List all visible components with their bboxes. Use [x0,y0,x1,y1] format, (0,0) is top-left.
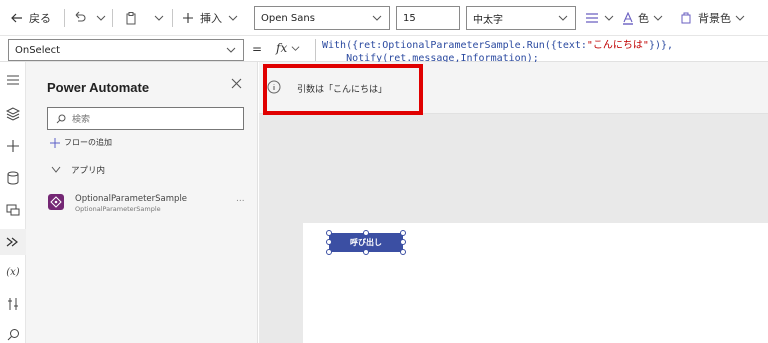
fill-color-button[interactable]: 背景色 [680,0,745,36]
align-left-icon [586,13,598,23]
menu-button[interactable] [5,72,21,88]
media-icon [6,204,20,216]
divider [112,9,113,27]
paste-dropdown[interactable] [154,0,164,36]
resize-handle[interactable] [326,230,332,236]
power-automate-nav-button[interactable] [0,229,26,255]
formula-string: "こんにちは" [586,40,649,51]
search-nav-button[interactable] [5,326,21,342]
flow-search-input[interactable]: 検索 [47,107,244,130]
chevron-down-icon [96,15,106,21]
undo-icon [75,11,86,22]
plus-icon [50,137,60,148]
chevron-down-icon [226,47,236,53]
resize-handle[interactable] [400,249,406,255]
database-icon [7,171,19,185]
call-flow-label: 呼び出し [350,238,382,247]
variables-icon: (x) [6,266,20,278]
divider [64,9,65,27]
command-bar: 戻る 挿入 Open Sans 15 中太字 色 背景色 [0,0,768,36]
font-family-value: Open Sans [261,12,315,24]
power-automate-icon [6,237,18,247]
undo-button[interactable] [73,0,87,36]
formula-text: })}, [648,40,674,51]
data-button[interactable] [5,170,21,186]
divider [172,9,173,27]
add-flow-button[interactable]: フローの追加 [50,137,112,148]
chevron-down-icon [154,15,164,21]
insert-label: 挿入 [200,12,222,25]
tree-view-button[interactable] [5,106,21,122]
highlight-box [263,64,423,115]
font-size-value: 15 [403,12,416,24]
fill-color-label: 背景色 [698,12,731,25]
add-flow-label: フローの追加 [64,138,112,147]
search-placeholder: 検索 [72,115,91,125]
back-button[interactable]: 戻る [10,0,51,36]
in-app-group-toggle[interactable]: アプリ内 [51,164,105,176]
flow-list-item[interactable]: OptionalParameterSample OptionalParamete… [48,194,248,216]
font-color-icon [623,11,633,25]
formula-bar: OnSelect = fx With({ret:OptionalParamete… [0,36,768,63]
resize-handle[interactable] [326,249,332,255]
font-weight-select[interactable]: 中太字 [466,6,576,30]
resize-handle[interactable] [400,239,406,245]
tools-icon [8,298,18,310]
more-options-button[interactable]: ... [236,194,245,204]
font-color-button[interactable]: 色 [622,0,663,36]
flow-name: OptionalParameterSample [75,194,188,204]
equals-sign: = [252,42,263,56]
search-icon [7,328,19,340]
insert-button[interactable]: 挿入 [182,0,238,36]
close-icon [231,78,242,89]
divider [315,39,316,61]
formula-text: With({ret:OptionalParameterSample.Run({t… [322,40,587,51]
formula-editor[interactable]: With({ret:OptionalParameterSample.Run({t… [322,39,673,63]
paste-icon [126,12,136,25]
resize-handle[interactable] [363,249,369,255]
close-panel-button[interactable] [231,78,242,92]
resize-handle[interactable] [363,230,369,236]
undo-dropdown[interactable] [96,0,106,36]
panel-title: Power Automate [47,80,150,95]
arrow-left-icon [11,13,22,23]
fx-button[interactable]: fx [276,41,300,55]
insert-nav-button[interactable] [5,138,21,154]
font-size-input[interactable]: 15 [396,6,460,30]
paint-bucket-icon [681,12,691,23]
chevron-down-icon [735,15,745,21]
font-weight-value: 中太字 [473,14,503,26]
resize-handle[interactable] [326,239,332,245]
flow-subtitle: OptionalParameterSample [75,205,161,213]
chevron-down-icon [228,15,238,21]
chevron-down-icon [291,45,300,51]
resize-handle[interactable] [400,230,406,236]
media-button[interactable] [5,202,21,218]
property-select[interactable]: OnSelect [8,39,244,61]
plus-icon [183,13,193,23]
chevron-down-icon [558,15,568,21]
advanced-tools-button[interactable] [5,296,21,312]
chevron-down-icon [604,15,614,21]
chevron-down-icon [653,15,663,21]
power-automate-panel: Power Automate 検索 フローの追加 アプリ内 OptionalPa… [26,62,258,343]
property-value: OnSelect [15,44,61,56]
back-label: 戻る [29,12,51,25]
variables-button[interactable]: (x) [5,264,21,280]
group-label: アプリ内 [71,166,106,176]
left-rail: (x) [0,62,26,343]
layers-icon [6,107,20,121]
chevron-down-icon [51,166,61,173]
fx-label: fx [276,41,288,55]
chevron-down-icon [372,15,382,21]
font-color-label: 色 [638,12,649,25]
search-icon [56,114,66,123]
plus-icon [7,140,19,152]
hamburger-icon [7,75,19,85]
flow-icon [48,194,64,210]
paste-button[interactable] [124,0,138,36]
align-button[interactable] [585,0,614,36]
font-family-select[interactable]: Open Sans [254,6,390,30]
